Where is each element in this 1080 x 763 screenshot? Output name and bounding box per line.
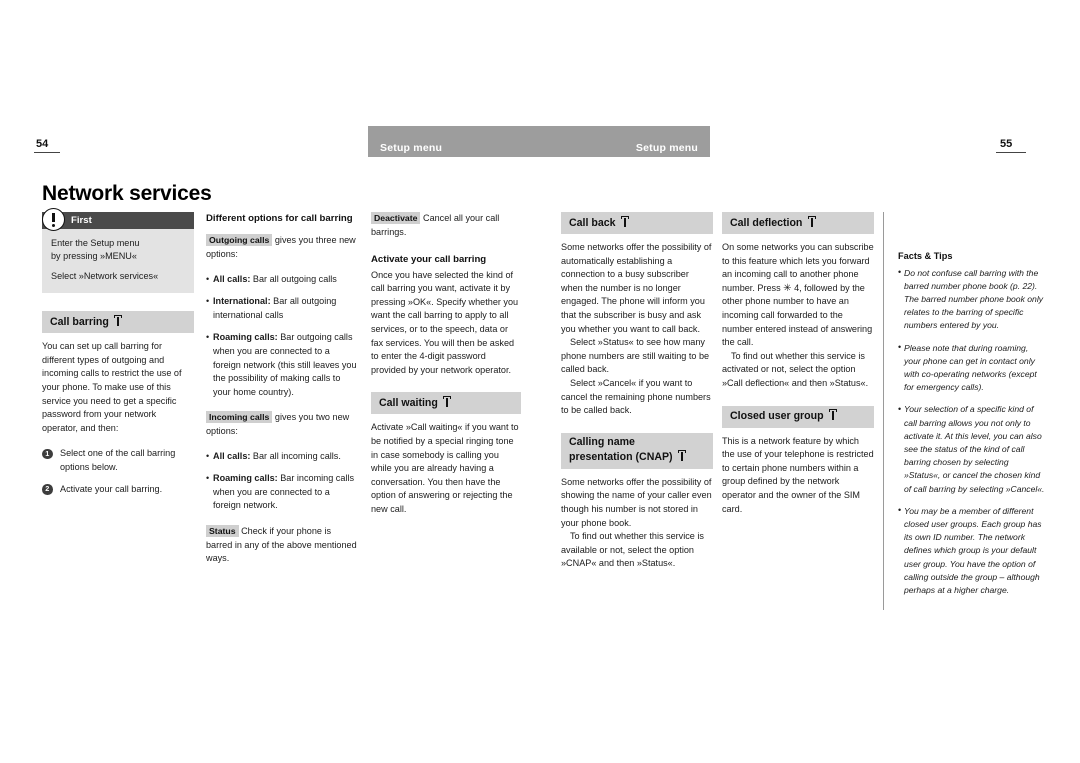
list-item: Roaming calls: Bar outgoing calls when y…	[206, 331, 358, 399]
call-barring-steps: 1 Select one of the call barring options…	[42, 447, 194, 496]
tag-incoming-calls: Incoming calls	[206, 411, 273, 424]
option-label: All calls:	[213, 450, 251, 461]
antenna-icon	[621, 215, 630, 227]
cnap-paragraph-1: Some networks offer the possibility of s…	[561, 476, 712, 528]
section-heading-closed-user-group: Closed user group	[722, 405, 874, 428]
first-note-title: First	[71, 215, 92, 226]
running-head-label-left: Setup menu	[380, 142, 443, 154]
closed-user-group-text: This is a network feature by which the u…	[722, 435, 874, 514]
step-number: 1	[42, 448, 53, 460]
list-item: Do not confuse call barring with the bar…	[898, 266, 1046, 333]
section-heading-call-waiting: Call waiting	[371, 392, 521, 415]
column-3: Deactivate Cancel all your call barrings…	[371, 212, 521, 517]
antenna-icon	[678, 449, 687, 461]
call-barring-paragraph: You can set up call barring for differen…	[42, 341, 182, 433]
first-note-box: First Enter the Setup menu by pressing »…	[42, 208, 194, 294]
tag-outgoing-calls: Outgoing calls	[206, 234, 273, 247]
list-item: You may be a member of different closed …	[898, 504, 1046, 597]
list-item: 2 Activate your call barring.	[42, 483, 194, 497]
list-item: 1 Select one of the call barring options…	[42, 447, 194, 474]
section-heading-call-back-label: Call back	[569, 216, 616, 229]
section-heading-closed-user-group-label: Closed user group	[730, 410, 824, 423]
column-1: First Enter the Setup menu by pressing »…	[42, 208, 194, 504]
section-heading-call-barring-label: Call barring	[50, 315, 109, 328]
outgoing-calls-options: All calls: Bar all outgoing calls Intern…	[206, 273, 358, 400]
section-heading-call-waiting-label: Call waiting	[379, 396, 438, 409]
call-back-paragraph-2: Select »Status« to see how many phone nu…	[561, 337, 710, 375]
facts-and-tips-list: Do not confuse call barring with the bar…	[898, 266, 1046, 598]
folio-right: 55	[994, 138, 1054, 153]
section-heading-call-barring: Call barring	[42, 311, 194, 334]
list-item: All calls: Bar all outgoing calls	[206, 273, 358, 287]
option-label: International:	[213, 296, 271, 307]
page-number-right: 55	[1000, 138, 1013, 150]
column-divider	[883, 212, 884, 610]
sub-heading-different-options: Different options for call barring	[206, 213, 353, 224]
manual-page: 54 Setup menu Setup menu 55 Network serv…	[0, 0, 1080, 763]
step-text: Select one of the call barring options b…	[60, 448, 176, 472]
section-heading-cnap: Calling name presentation (CNAP)	[561, 432, 713, 469]
call-deflection-paragraph-2: To find out whether this service is acti…	[722, 350, 869, 388]
asterisk-key-icon: ✳	[783, 282, 792, 294]
status-paragraph: Status Check if your phone is barred in …	[206, 524, 358, 566]
facts-and-tips-column: Facts & Tips Do not confuse call barring…	[898, 250, 1046, 606]
option-text: Bar all outgoing calls	[250, 273, 337, 284]
page-number-left: 54	[36, 138, 49, 150]
section-heading-call-deflection: Call deflection	[722, 212, 874, 234]
call-back-paragraph-1: Some networks offer the possibility of a…	[561, 242, 712, 334]
incoming-calls-intro: Incoming calls gives you two new options…	[206, 411, 358, 438]
section-heading-call-back: Call back	[561, 212, 713, 234]
facts-and-tips-heading: Facts & Tips	[898, 251, 953, 261]
incoming-calls-options: All calls: Bar all incoming calls. Roami…	[206, 450, 358, 513]
call-waiting-text: Activate »Call waiting« if you want to b…	[371, 422, 519, 514]
tag-status: Status	[206, 524, 239, 537]
sub-heading-activate-call-barring: Activate your call barring	[371, 254, 487, 266]
column-5: Call deflection On some networks you can…	[722, 212, 874, 516]
antenna-icon	[829, 409, 838, 421]
section-heading-call-deflection-label: Call deflection	[730, 216, 803, 229]
step-text: Activate your call barring.	[60, 483, 163, 494]
first-note-line-2: Select »Network services«	[51, 270, 159, 281]
exclamation-icon	[42, 208, 65, 231]
step-number: 2	[42, 484, 53, 495]
section-heading-cnap-line-1: Calling name	[569, 436, 635, 449]
deactivate-paragraph: Deactivate Cancel all your call barrings…	[371, 212, 521, 239]
section-heading-cnap-line-2: presentation (CNAP)	[569, 450, 673, 463]
folio-rule-left	[34, 152, 60, 153]
first-note-header: First	[42, 208, 194, 231]
activate-call-barring-text: Once you have selected the kind of call …	[371, 269, 519, 375]
call-back-paragraph-3: Select »Cancel« if you want to cancel th…	[561, 377, 711, 416]
page-title: Network services	[42, 182, 212, 205]
folio-rule-right	[996, 152, 1026, 153]
option-text: Bar all incoming calls.	[250, 450, 341, 461]
antenna-icon	[114, 314, 123, 326]
column-4: Call back Some networks offer the possib…	[561, 212, 713, 571]
outgoing-calls-intro: Outgoing calls gives you three new optio…	[206, 234, 358, 261]
list-item: Roaming calls: Bar incoming calls when y…	[206, 472, 358, 513]
list-item: Your selection of a specific kind of cal…	[898, 403, 1046, 495]
running-head-label-right: Setup menu	[635, 142, 698, 154]
folio-left: 54	[34, 138, 94, 153]
list-item: International: Bar all outgoing internat…	[206, 295, 358, 322]
cnap-paragraph-2: To find out whether this service is avai…	[561, 531, 704, 569]
option-label: Roaming calls:	[213, 332, 278, 343]
first-note-line-1: Enter the Setup menu by pressing »MENU«	[51, 238, 140, 262]
list-item: All calls: Bar all incoming calls.	[206, 450, 358, 464]
antenna-icon	[807, 215, 816, 227]
first-note-body: Enter the Setup menu by pressing »MENU« …	[42, 229, 194, 294]
column-2: Different options for call barring Outgo…	[206, 212, 358, 566]
option-label: All calls:	[213, 273, 251, 284]
call-deflection-paragraph-1: On some networks you can subscribe to th…	[722, 241, 874, 350]
list-item: Please note that during roaming, your ph…	[898, 341, 1046, 395]
running-head-bar: Setup menu Setup menu	[368, 126, 710, 157]
option-label: Roaming calls:	[213, 473, 278, 484]
tag-deactivate: Deactivate	[371, 212, 421, 224]
antenna-icon	[443, 395, 452, 407]
